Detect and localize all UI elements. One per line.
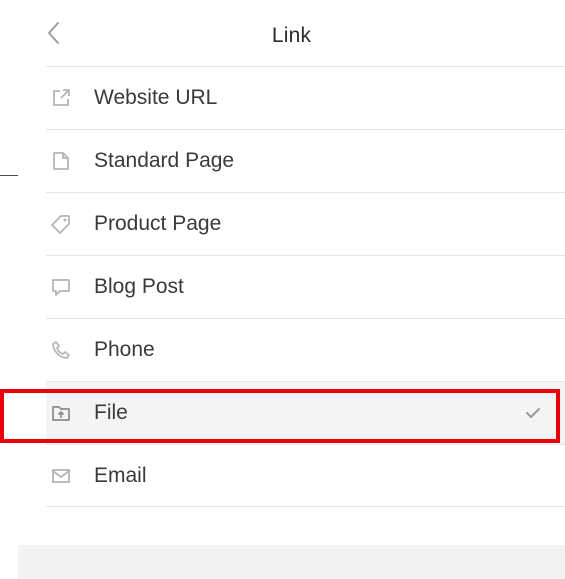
link-option-label: Blog Post — [94, 275, 184, 298]
panel-header: Link — [18, 0, 565, 66]
back-button[interactable] — [40, 18, 68, 48]
link-option-file[interactable]: File — [46, 381, 565, 444]
panel-title: Link — [271, 24, 312, 47]
panel-footer — [18, 545, 565, 579]
page-edge-line — [0, 175, 18, 176]
link-option-blog-post[interactable]: Blog Post — [46, 255, 565, 318]
link-type-list: Website URL Standard Page Product Page B… — [46, 66, 565, 507]
link-option-label: Email — [94, 463, 147, 487]
link-option-label: Standard Page — [94, 149, 235, 172]
comment-icon — [50, 276, 72, 298]
link-option-email[interactable]: Email — [46, 444, 565, 507]
link-option-label: File — [94, 401, 128, 424]
link-option-website-url[interactable]: Website URL — [46, 66, 565, 129]
page-icon — [50, 150, 72, 172]
envelope-icon — [50, 465, 72, 487]
link-option-product-page[interactable]: Product Page — [46, 192, 565, 255]
link-option-label: Product Page — [94, 212, 222, 235]
link-option-standard-page[interactable]: Standard Page — [46, 129, 565, 192]
checkmark-icon — [523, 403, 543, 423]
external-link-icon — [50, 87, 72, 109]
tag-icon — [50, 213, 72, 235]
folder-upload-icon — [50, 402, 72, 424]
chevron-left-icon — [48, 22, 59, 44]
phone-icon — [50, 339, 72, 361]
link-option-phone[interactable]: Phone — [46, 318, 565, 381]
link-option-label: Phone — [94, 338, 155, 361]
link-option-label: Website URL — [94, 86, 218, 109]
link-type-panel: Link Website URL Standard Page Product P… — [18, 0, 565, 579]
